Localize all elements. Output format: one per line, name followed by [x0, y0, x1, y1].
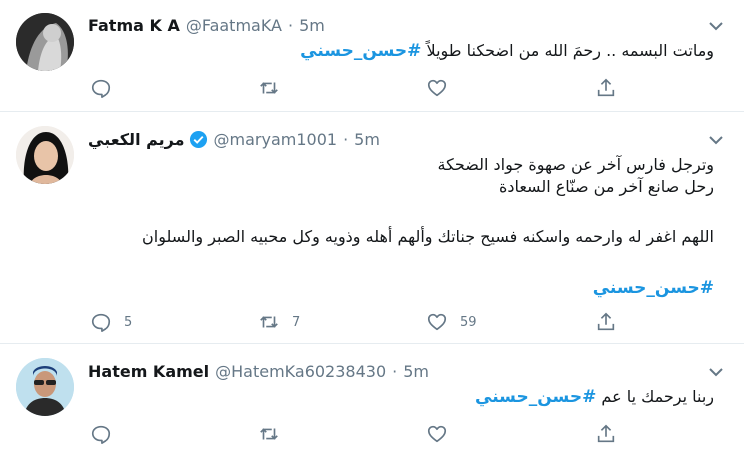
tweet-2[interactable]: مريم الكعبي @maryam1001 · 5m وترجل فارس …: [0, 112, 744, 344]
like-count: 59: [460, 314, 477, 330]
tweet-header: Hatem Kamel @HatemKa60238430 · 5m: [88, 359, 429, 383]
user-handle[interactable]: @FaatmaKA: [186, 16, 282, 35]
share-button[interactable]: [595, 76, 617, 100]
tweet-text: ربنا يرحمك يا عم #حسن_حسني: [475, 386, 714, 408]
retweet-icon: [260, 428, 278, 440]
avatar-image: [16, 126, 74, 184]
tweet-feed: Fatma K A @FaatmaKA · 5m وماتت البسمه ..…: [0, 0, 744, 461]
tweet-3[interactable]: Hatem Kamel @HatemKa60238430 · 5m ربنا ي…: [0, 344, 744, 461]
chevron-down-icon[interactable]: [708, 18, 724, 34]
avatar[interactable]: [16, 358, 74, 416]
separator: ·: [392, 361, 398, 381]
retweet-button[interactable]: 7: [258, 310, 300, 334]
reply-button[interactable]: [90, 422, 124, 446]
hashtag-link[interactable]: #حسن_حسني: [475, 387, 596, 407]
tweet-actions: [88, 76, 628, 100]
verified-badge-icon: [189, 130, 207, 148]
tweet-text-line: وماتت البسمه .. رحمَ الله من اضحكنا طويل…: [426, 41, 714, 60]
share-icon: [597, 424, 615, 443]
retweet-button[interactable]: [258, 422, 292, 446]
avatar[interactable]: [16, 126, 74, 184]
avatar-image: [16, 358, 74, 416]
avatar-image: [16, 13, 74, 71]
tweet-1[interactable]: Fatma K A @FaatmaKA · 5m وماتت البسمه ..…: [0, 0, 744, 112]
reply-button[interactable]: 5: [90, 310, 132, 334]
reply-count: 5: [124, 314, 133, 330]
timestamp[interactable]: 5m: [403, 362, 429, 381]
like-button[interactable]: [426, 422, 460, 446]
user-handle[interactable]: @HatemKa60238430: [215, 362, 386, 381]
display-name[interactable]: Fatma K A: [88, 16, 180, 35]
retweet-icon: [260, 82, 278, 94]
user-handle[interactable]: @maryam1001: [214, 130, 338, 149]
separator: ·: [343, 129, 349, 149]
tweet-text-line: [142, 198, 714, 220]
timestamp[interactable]: 5m: [299, 16, 325, 35]
tweet-text-line: اللهم اغفر له وارحمه واسكنه فسيح جناتك و…: [142, 227, 714, 246]
avatar[interactable]: [16, 13, 74, 71]
reply-button[interactable]: [90, 76, 124, 100]
share-icon: [597, 312, 615, 331]
reply-icon: [91, 79, 111, 98]
tweet-header: مريم الكعبي @maryam1001 · 5m: [88, 127, 380, 151]
share-button[interactable]: [595, 310, 617, 334]
reply-icon: [91, 425, 111, 444]
share-icon: [597, 78, 615, 97]
separator: ·: [288, 15, 294, 35]
tweet-text-line: وترجل فارس آخر عن صهوة جواد الضحكة: [437, 155, 714, 174]
hashtag-link[interactable]: #حسن_حسني: [142, 277, 714, 299]
retweet-button[interactable]: [258, 76, 292, 100]
heart-icon: [427, 425, 447, 443]
share-button[interactable]: [595, 422, 617, 446]
display-name[interactable]: مريم الكعبي: [88, 130, 185, 149]
tweet-text: وترجل فارس آخر عن صهوة جواد الضحكة رحل ص…: [142, 154, 714, 299]
tweet-header: Fatma K A @FaatmaKA · 5m: [88, 13, 325, 37]
tweet-text-line: [142, 248, 714, 270]
reply-icon: [91, 313, 111, 332]
tweet-text-line: رحل صانع آخر من صنّاع السعادة: [498, 177, 714, 196]
like-button[interactable]: 59: [426, 310, 477, 334]
hashtag-link[interactable]: #حسن_حسني: [300, 41, 421, 61]
heart-icon: [427, 313, 447, 331]
retweet-count: 7: [292, 314, 301, 330]
timestamp[interactable]: 5m: [354, 130, 380, 149]
tweet-text: وماتت البسمه .. رحمَ الله من اضحكنا طويل…: [300, 40, 714, 62]
like-button[interactable]: [426, 76, 460, 100]
chevron-down-icon[interactable]: [708, 132, 724, 148]
tweet-actions: [88, 422, 628, 446]
heart-icon: [427, 79, 447, 97]
chevron-down-icon[interactable]: [708, 364, 724, 380]
retweet-icon: [260, 316, 278, 328]
tweet-text-line: ربنا يرحمك يا عم: [601, 387, 714, 406]
display-name[interactable]: Hatem Kamel: [88, 362, 209, 381]
tweet-actions: 5 7 59: [88, 310, 628, 334]
